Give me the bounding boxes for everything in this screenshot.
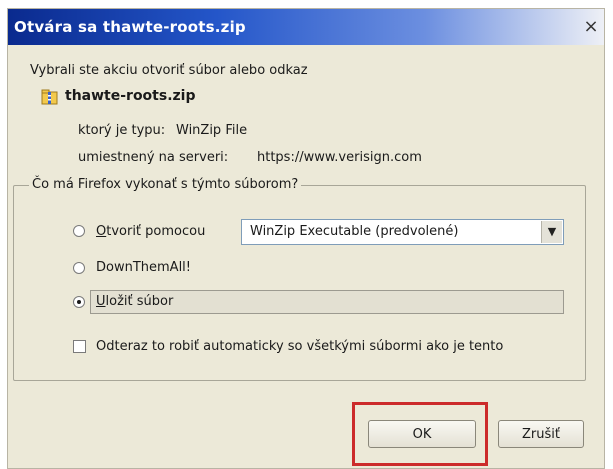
intro-text: Vybrali ste akciu otvoriť súbor alebo od…: [30, 63, 308, 78]
radio-downthemall[interactable]: [73, 262, 85, 274]
save-file-accel: U: [96, 294, 106, 309]
close-icon[interactable]: ×: [582, 18, 600, 36]
ok-highlight-box: [352, 402, 488, 466]
open-with-select[interactable]: WinZip Executable (predvolené) ▼: [241, 219, 564, 245]
file-name: thawte-roots.zip: [65, 88, 196, 104]
auto-action-label[interactable]: Odteraz to robiť automaticky so všetkými…: [96, 339, 503, 354]
open-with-label-rest: tvoriť pomocou: [106, 224, 206, 239]
radio-save-file[interactable]: [73, 296, 85, 308]
file-type-label: ktorý je typu:: [78, 123, 166, 138]
open-with-select-value: WinZip Executable (predvolené): [250, 224, 459, 239]
titlebar[interactable]: Otvára sa thawte-roots.zip ×: [8, 9, 604, 45]
server-label: umiestnený na serveri:: [78, 150, 229, 165]
downthemall-label[interactable]: DownThemAll!: [96, 260, 191, 275]
save-file-label-rest: ložiť súbor: [105, 294, 174, 309]
radio-open-with[interactable]: [73, 225, 85, 237]
auto-action-checkbox[interactable]: [73, 340, 86, 353]
save-file-label[interactable]: Uložiť súbor: [96, 294, 173, 309]
dialog-title: Otvára sa thawte-roots.zip: [14, 18, 246, 36]
chevron-down-icon[interactable]: ▼: [541, 221, 562, 243]
cancel-button[interactable]: Zrušiť: [498, 420, 584, 448]
open-with-accel: O: [96, 224, 107, 239]
open-with-label[interactable]: Otvoriť pomocou: [96, 224, 205, 239]
file-type-value: WinZip File: [176, 123, 248, 138]
action-group-legend: Čo má Firefox vykonať s týmto súborom?: [29, 177, 302, 192]
winzip-file-icon: [41, 89, 58, 105]
server-value: https://www.verisign.com: [257, 150, 422, 165]
